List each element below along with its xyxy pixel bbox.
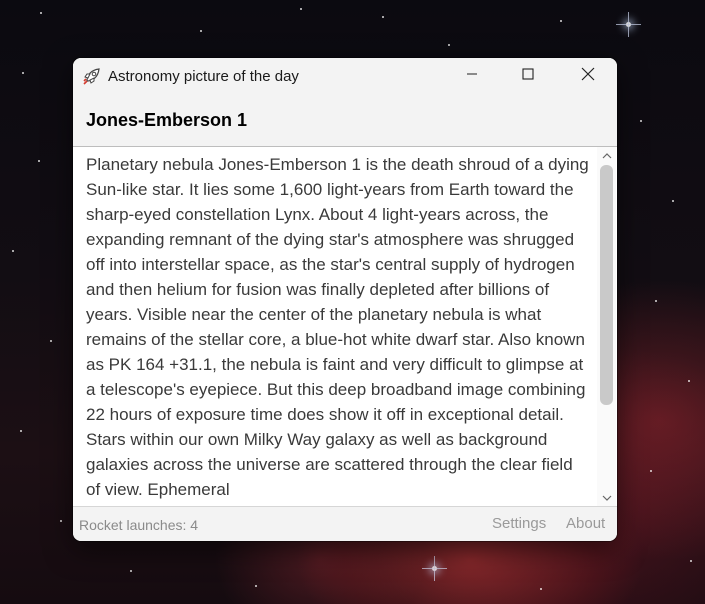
star — [448, 44, 450, 46]
about-link[interactable]: About — [566, 515, 605, 532]
chevron-down-icon — [602, 489, 612, 507]
star — [38, 160, 40, 162]
star — [60, 520, 62, 522]
vertical-scrollbar[interactable] — [597, 147, 616, 506]
star — [540, 588, 542, 590]
star — [640, 120, 642, 122]
star — [690, 560, 692, 562]
article-body[interactable]: Planetary nebula Jones-Emberson 1 is the… — [86, 152, 591, 507]
star — [422, 556, 447, 581]
article-text-box[interactable]: Planetary nebula Jones-Emberson 1 is the… — [73, 146, 617, 507]
minimize-button[interactable] — [443, 58, 501, 94]
chevron-up-icon — [602, 147, 612, 165]
star — [382, 16, 384, 18]
star — [200, 30, 202, 32]
star — [130, 570, 132, 572]
star — [672, 200, 674, 202]
star — [650, 470, 652, 472]
star — [12, 250, 14, 252]
star — [560, 20, 562, 22]
window-title: Astronomy picture of the day — [108, 68, 299, 85]
maximize-icon — [522, 67, 534, 85]
minimize-icon — [466, 67, 478, 85]
star — [22, 72, 24, 74]
star — [300, 8, 302, 10]
article-header: Jones-Emberson 1 — [73, 94, 617, 146]
star — [20, 430, 22, 432]
star — [616, 12, 641, 37]
scroll-up-button[interactable] — [599, 148, 614, 163]
rocket-icon — [82, 66, 102, 86]
star — [40, 12, 42, 14]
article-title: Jones-Emberson 1 — [86, 110, 248, 130]
settings-link[interactable]: Settings — [492, 515, 546, 532]
status-bar: Rocket launches: 4 Settings About — [73, 507, 617, 541]
close-icon — [581, 67, 595, 86]
app-window: Astronomy picture of the day Jones-Ember… — [73, 58, 617, 541]
star — [255, 585, 257, 587]
title-bar[interactable]: Astronomy picture of the day — [73, 58, 617, 94]
rocket-launches-count: Rocket launches: 4 — [79, 517, 199, 533]
star — [655, 300, 657, 302]
scroll-thumb[interactable] — [600, 165, 613, 405]
star — [688, 380, 690, 382]
maximize-button[interactable] — [499, 58, 557, 94]
close-button[interactable] — [559, 58, 617, 94]
star — [50, 340, 52, 342]
scroll-down-button[interactable] — [599, 490, 614, 505]
